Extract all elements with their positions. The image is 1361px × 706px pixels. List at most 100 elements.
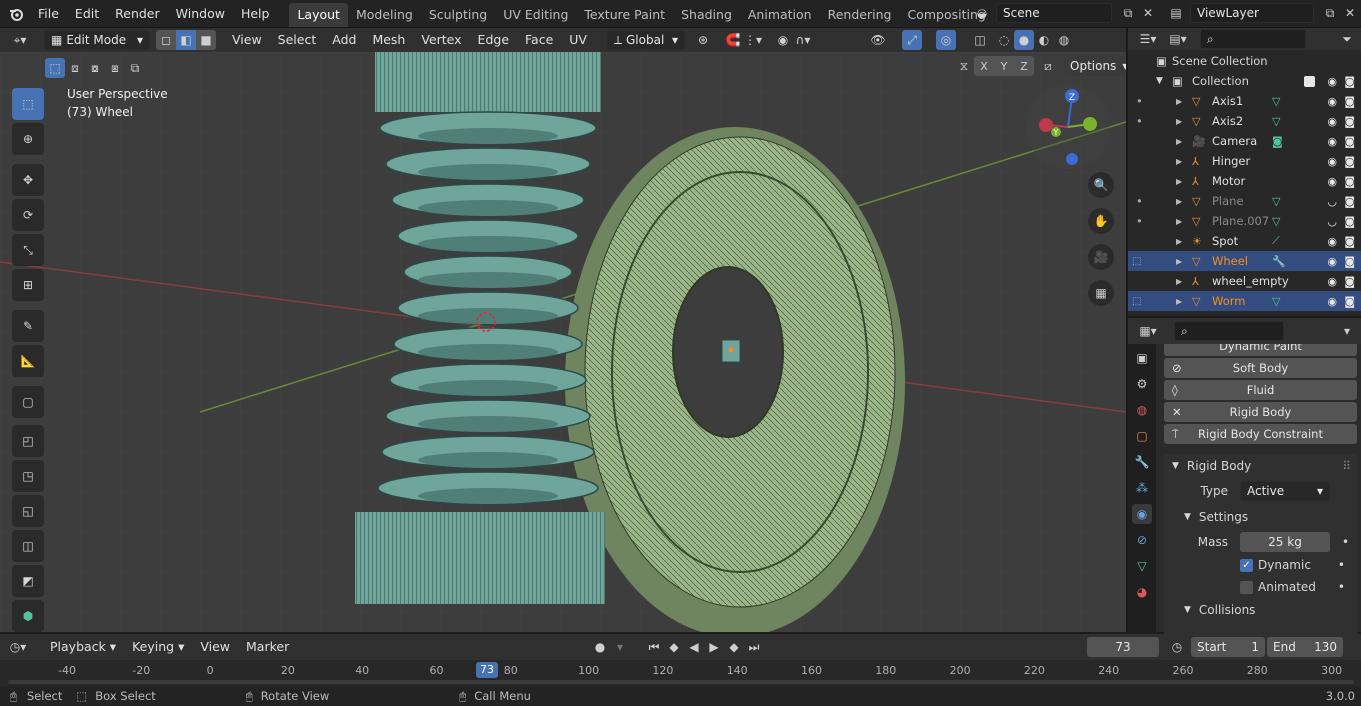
delete-view-layer-icon[interactable]: ✕ [1340,3,1360,23]
eye-closed-icon[interactable]: ◡ [1327,215,1337,228]
current-frame-field[interactable]: 73 [1087,637,1159,657]
perspective-toggle-icon[interactable]: ▦ [1088,280,1114,306]
collisions-subpanel-header[interactable]: ▼ Collisions [1164,598,1357,622]
menu-marker[interactable]: Marker [238,634,297,660]
camera-data-icon[interactable]: ◙ [1272,135,1283,148]
outliner-item[interactable]: ▶ ☀ Spot ⟋ ◉ ◙ [1128,231,1361,251]
copy-view-layer-icon[interactable]: ⧉ [1320,3,1340,23]
properties-options-icon[interactable]: ▾ [1337,321,1357,341]
properties-search-input[interactable]: ⌕ [1174,321,1284,341]
menu-uv[interactable]: UV [561,28,595,52]
eye-icon[interactable]: ◉ [1327,75,1337,88]
expand-arrow-icon[interactable]: ▶ [1176,277,1182,286]
gizmo-x-icon[interactable] [1039,118,1053,132]
outliner-item[interactable]: • ▶ ▽ Axis1 ▽ ◉ ◙ [1128,91,1361,111]
eye-closed-icon[interactable]: ◡ [1327,195,1337,208]
scene-icon[interactable]: ◒ [972,3,992,23]
expand-arrow-icon[interactable]: ▶ [1176,217,1182,226]
render-icon[interactable]: ◙ [1344,235,1355,248]
menu-vertex[interactable]: Vertex [413,28,469,52]
eye-icon[interactable]: ◉ [1327,115,1337,128]
expand-arrow-icon[interactable]: ▶ [1176,297,1182,306]
modifier-icon[interactable]: 🔧 [1272,255,1286,268]
tab-animation[interactable]: Animation [740,3,820,27]
expand-arrow-icon[interactable]: ▶ [1176,97,1182,106]
render-icon[interactable]: ◙ [1344,175,1355,188]
keyframe-dot-icon[interactable]: • [1338,558,1345,572]
tab-modeling[interactable]: Modeling [348,3,421,27]
xray-icon[interactable]: ◫ [970,30,990,50]
dynamic-paint-button[interactable]: Dynamic Paint [1164,344,1357,356]
mass-field[interactable]: 25 kg [1240,532,1330,552]
navigation-gizmo[interactable]: Z Y [1026,85,1110,169]
end-frame-field[interactable]: End 130 [1267,637,1343,657]
vertex-group-icon[interactable]: ▽ [1272,295,1280,308]
gizmo-y-icon[interactable] [1083,117,1097,131]
expand-arrow-icon[interactable]: ▶ [1176,157,1182,166]
eye-icon[interactable]: ◉ [1327,255,1337,268]
keyframe-dot-icon[interactable]: • [1338,580,1345,594]
timeline-scrollbar[interactable] [8,680,1354,684]
properties-editor-icon[interactable]: ▦▾ [1138,321,1158,341]
select-intersect-icon[interactable]: ⧉ [125,58,145,78]
menu-edit[interactable]: Edit [67,0,107,28]
extrude-tool-icon[interactable]: ◰ [12,425,44,457]
collection-checkbox[interactable] [1304,75,1315,87]
rigid-body-button[interactable]: ✕ Rigid Body [1164,402,1357,422]
outliner-item[interactable]: ▶ ⅄ wheel_empty ◉ ◙ [1128,271,1361,291]
rotate-tool-icon[interactable]: ⟳ [12,199,44,231]
collection-row[interactable]: ▼ ▣ Collection ◉ ◙ [1128,71,1361,91]
transform-orientation-selector[interactable]: ⟂ Global ▾ [606,30,685,50]
play-icon[interactable]: ▶ [704,637,724,657]
outliner-search-input[interactable]: ⌕ [1200,29,1306,49]
record-icon[interactable]: ● [590,637,610,657]
axis-x-toggle[interactable]: X [974,56,994,76]
outliner-item[interactable]: ⬚ ▶ ▽ Wheel 🔧 ◉ ◙ [1128,251,1361,271]
menu-render[interactable]: Render [107,0,168,28]
soft-body-button[interactable]: ⊘ Soft Body [1164,358,1357,378]
expand-arrow-icon[interactable]: ▶ [1176,117,1182,126]
type-dropdown[interactable]: Active ▾ [1240,481,1330,501]
poly-build-tool-icon[interactable]: ⬢ [12,600,44,632]
edit-mode-icon[interactable]: ⬚ [1132,256,1141,267]
keyframe-dot-icon[interactable]: • [1342,535,1349,549]
render-icon[interactable]: ◙ [1344,215,1355,228]
editor-type-icon[interactable]: ⌖▾ [10,30,30,50]
menu-edge[interactable]: Edge [470,28,517,52]
camera-view-icon[interactable]: 🎥 [1088,244,1114,270]
eye-icon[interactable]: ◉ [1327,95,1337,108]
jump-end-icon[interactable]: ⏭ [744,637,764,657]
select-box-tool-icon[interactable]: ⬚ [12,88,44,120]
settings-subpanel-header[interactable]: ▼ Settings [1164,504,1357,530]
solid-shading-icon[interactable]: ● [1014,30,1034,50]
render-icon[interactable]: ◙ [1344,255,1355,268]
menu-add[interactable]: Add [324,28,364,52]
add-cube-tool-icon[interactable]: ▢ [12,386,44,418]
select-new-icon[interactable]: ⬚ [45,58,65,78]
view-layer-icon[interactable]: ▤ [1166,3,1186,23]
move-tool-icon[interactable]: ✥ [12,164,44,196]
clock-icon[interactable]: ◷ [1167,637,1187,657]
delete-scene-icon[interactable]: ✕ [1138,3,1158,23]
tab-rendering[interactable]: Rendering [820,3,900,27]
eye-icon[interactable]: ◉ [1327,275,1337,288]
expand-arrow-icon[interactable]: ▶ [1176,237,1182,246]
bevel-tool-icon[interactable]: ◱ [12,495,44,527]
copy-scene-icon[interactable]: ⧉ [1118,3,1138,23]
cursor-tool-icon[interactable]: ⊕ [12,123,44,155]
prev-keyframe-icon[interactable]: ◆ [664,637,684,657]
render-icon[interactable]: ◙ [1344,135,1355,148]
tab-texture-paint[interactable]: Texture Paint [576,3,673,27]
dynamic-checkbox[interactable]: ✓ [1240,558,1253,572]
mirror-icon[interactable]: ⧖ [954,56,974,76]
options-button[interactable]: Options ▾ [1064,56,1126,76]
scene-collection-row[interactable]: ▣ Scene Collection [1128,51,1361,71]
menu-timeline-view[interactable]: View [192,634,238,660]
select-extend-icon[interactable]: ⧈ [65,58,85,78]
material-shading-icon[interactable]: ◐ [1034,30,1054,50]
outliner-item[interactable]: ▶ 🎥 Camera ◙ ◉ ◙ [1128,131,1361,151]
annotate-tool-icon[interactable]: ✎ [12,310,44,342]
edge-select-icon[interactable]: ◧ [176,30,196,50]
play-reverse-icon[interactable]: ◀ [684,637,704,657]
menu-file[interactable]: File [30,0,67,28]
